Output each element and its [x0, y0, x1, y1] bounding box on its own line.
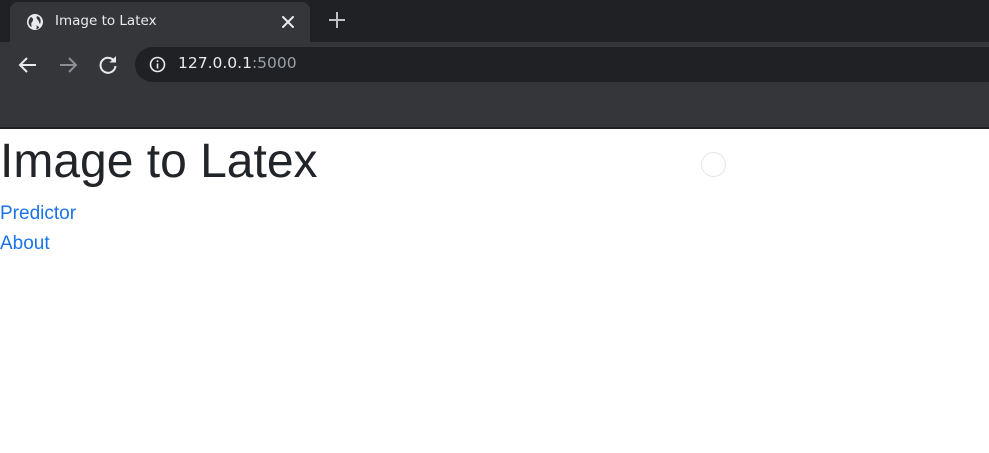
- chrome-divider: [0, 127, 989, 129]
- page-title: Image to Latex: [0, 135, 318, 188]
- tab-image-to-latex[interactable]: Image to Latex: [10, 2, 310, 42]
- arrow-right-icon[interactable]: [56, 53, 80, 77]
- reload-icon[interactable]: [96, 53, 120, 77]
- close-icon[interactable]: [280, 14, 296, 30]
- globe-icon: [27, 14, 43, 30]
- url-port: :5000: [251, 54, 297, 72]
- plus-icon[interactable]: [326, 9, 348, 31]
- url-text[interactable]: 127.0.0.1:5000: [178, 54, 297, 72]
- arrow-left-icon[interactable]: [16, 53, 40, 77]
- info-icon[interactable]: [149, 56, 166, 73]
- tab-title: Image to Latex: [55, 13, 157, 29]
- browser-chrome: Image to Latex 127.0.0.1:5000: [0, 0, 989, 129]
- about-link[interactable]: About: [0, 233, 50, 255]
- url-host: 127.0.0.1: [178, 54, 252, 72]
- cursor-ring: [701, 152, 726, 177]
- tab-strip: Image to Latex: [0, 0, 989, 42]
- address-bar[interactable]: 127.0.0.1:5000: [135, 47, 989, 82]
- predictor-link[interactable]: Predictor: [0, 203, 76, 225]
